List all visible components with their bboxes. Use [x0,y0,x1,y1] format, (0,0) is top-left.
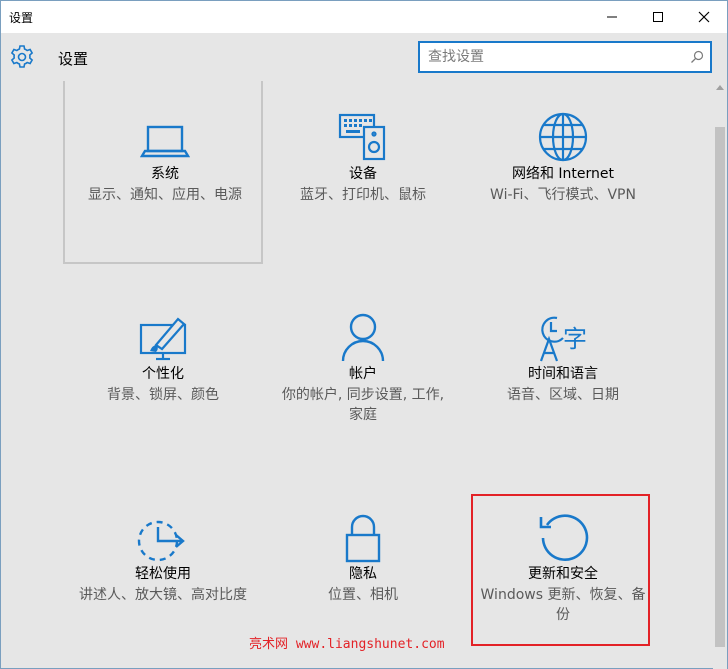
tile-name: 轻松使用 [135,566,191,582]
svg-text:字: 字 [563,325,587,353]
time-language-icon: 字 [539,316,587,362]
person-icon [341,313,385,362]
tile-devices[interactable]: 设备 蓝牙、打印机、鼠标 [263,81,463,266]
search-icon[interactable] [690,50,704,64]
scroll-up-arrow-icon[interactable] [716,85,724,90]
tile-name: 隐私 [349,566,377,582]
search-input[interactable] [420,44,680,70]
tile-system[interactable]: 系统 显示、通知、应用、电源 [63,81,263,264]
tile-desc: Wi-Fi、飞行模式、VPN [490,187,636,203]
lock-icon [345,514,381,563]
tile-desc: 显示、通知、应用、电源 [88,187,242,203]
page-title: 设置 [58,50,89,68]
tile-name: 网络和 Internet [511,166,615,182]
search-box[interactable] [418,41,712,73]
window-title: 设置 [9,11,34,25]
gear-icon[interactable] [9,44,35,70]
close-icon [698,11,710,23]
highlight-box [471,494,650,646]
tile-desc: 讲述人、放大镜、高对比度 [79,587,247,603]
tile-personalization[interactable]: 个性化 背景、锁屏、颜色 [63,281,263,466]
watermark: 亮术网 www.liangshunet.com [249,633,445,652]
ease-of-access-icon [137,520,185,562]
tile-network[interactable]: 网络和 Internet Wi-Fi、飞行模式、VPN [463,81,663,266]
close-button[interactable] [681,1,727,33]
title-bar: 设置 [1,1,727,33]
tile-name: 帐户 [349,366,377,382]
tile-name: 个性化 [142,366,184,382]
maximize-button[interactable] [635,1,681,33]
scrollbar-thumb[interactable] [715,127,725,647]
minimize-icon [607,16,617,18]
maximize-icon [653,12,663,22]
tile-ease-of-access[interactable]: 轻松使用 讲述人、放大镜、高对比度 [63,481,263,666]
settings-window: 设置 设置 查找设置 系统 显示、通知、应用、电源 设备 蓝牙、打印机、鼠标 网… [0,0,728,669]
tile-name: 设备 [349,166,377,182]
tile-accounts[interactable]: 帐户 你的帐户, 同步设置, 工作, 家庭 [263,281,463,466]
tile-name: 系统 [151,166,179,182]
settings-header: 设置 [1,33,727,81]
personalization-icon [139,317,187,361]
tile-desc: 位置、相机 [328,587,398,603]
tile-name: 时间和语言 [528,366,598,382]
tile-desc: 你的帐户, 同步设置, 工作, 家庭 [281,387,445,423]
tile-time-language[interactable]: 字 时间和语言 语音、区域、日期 [463,281,663,466]
devices-icon [338,113,386,161]
vertical-scrollbar[interactable] [713,81,727,669]
tile-desc: 背景、锁屏、颜色 [107,387,219,403]
watermark-url: www.liangshunet.com [295,637,445,652]
watermark-cn: 亮术网 [249,637,289,652]
globe-icon [538,112,588,162]
minimize-button[interactable] [589,1,635,33]
laptop-icon [140,125,190,158]
tile-desc: 语音、区域、日期 [507,387,619,403]
tile-desc: 蓝牙、打印机、鼠标 [300,187,426,203]
